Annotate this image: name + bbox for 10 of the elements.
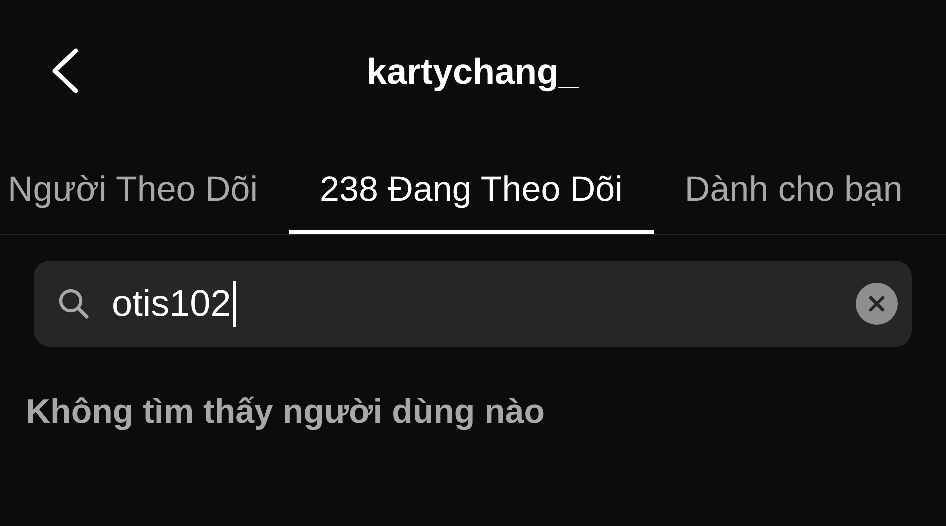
- close-icon: [868, 295, 886, 313]
- tab[interactable]: Dành cho bạn: [654, 150, 934, 234]
- profile-username: kartychang_: [366, 51, 580, 93]
- empty-message: Không tìm thấy người dùng nào: [26, 393, 546, 432]
- clear-button[interactable]: [856, 283, 898, 325]
- search-field[interactable]: otis102: [34, 261, 912, 347]
- search-icon: [58, 288, 90, 320]
- back-button[interactable]: [50, 48, 80, 94]
- tab[interactable]: 238 Đang Theo Dõi: [289, 150, 654, 234]
- tab[interactable]: Người Theo Dõi: [0, 150, 290, 234]
